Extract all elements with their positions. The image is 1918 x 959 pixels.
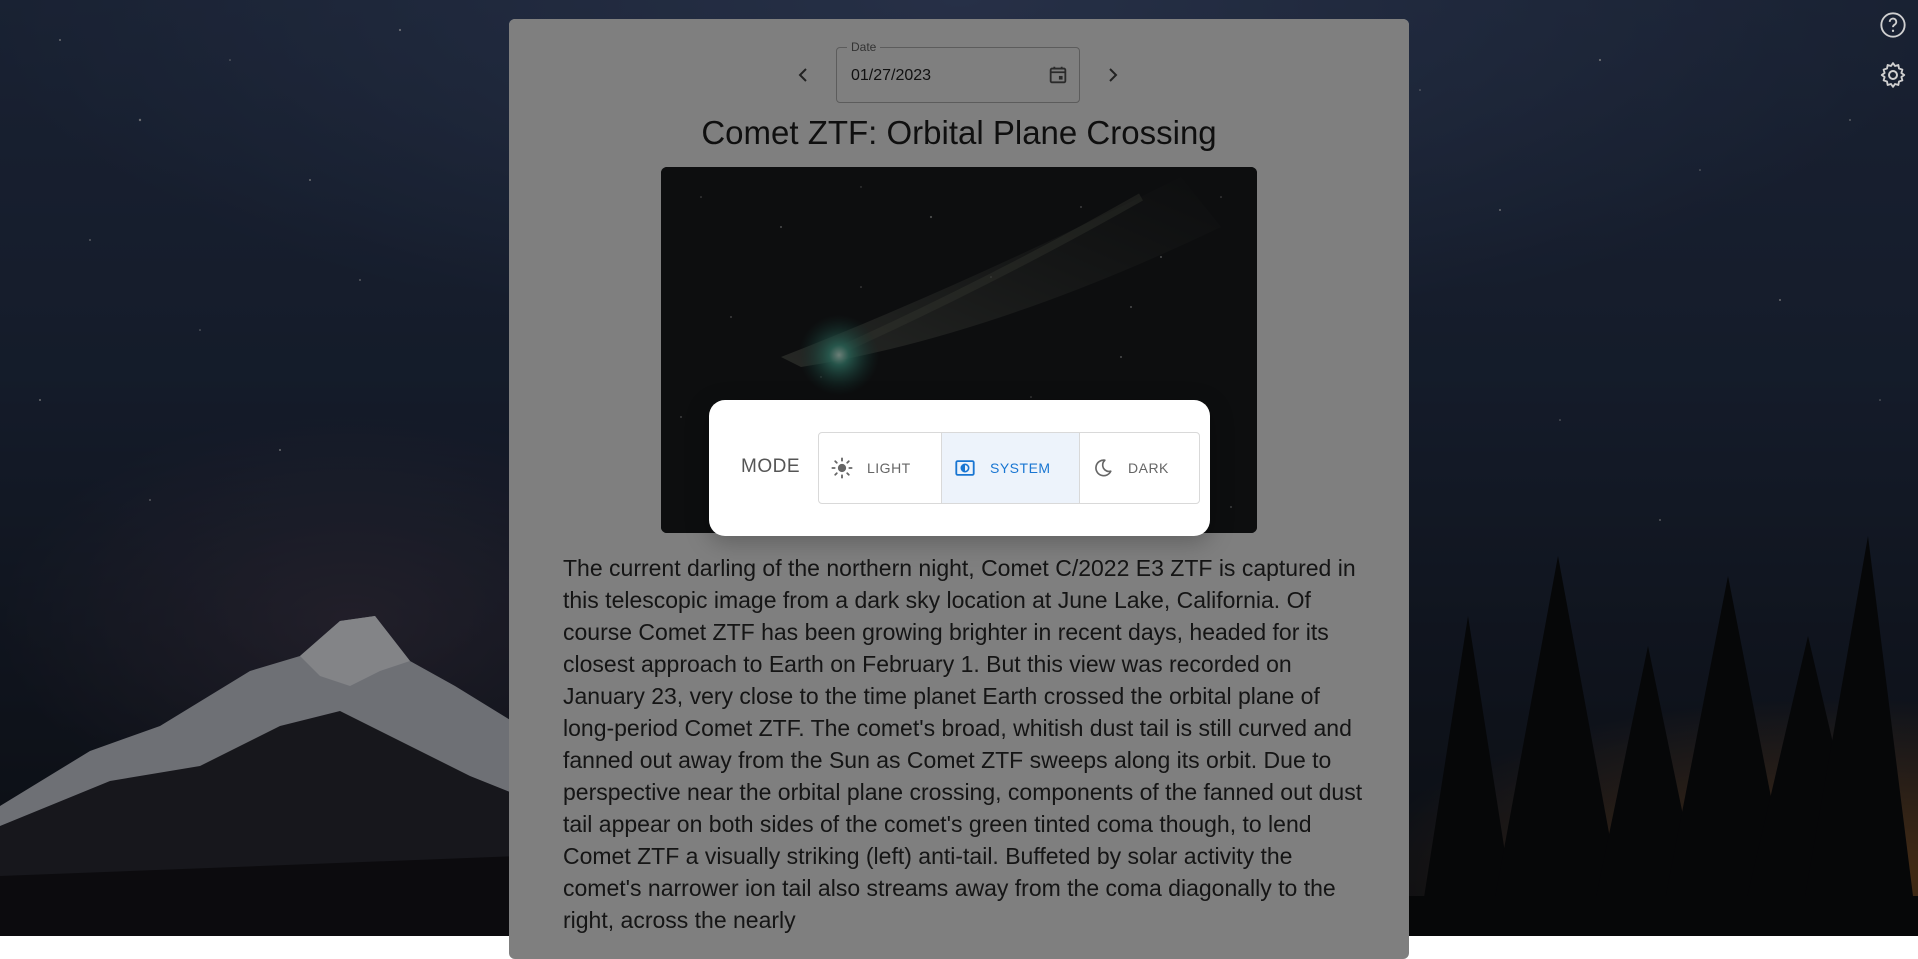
date-navigator: Date 01/27/2023 (509, 40, 1409, 103)
apod-description: The current darling of the northern nigh… (563, 555, 1363, 933)
mode-light-button[interactable]: LIGHT (819, 433, 941, 503)
mode-system-button[interactable]: SYSTEM (941, 433, 1079, 503)
date-field-value[interactable]: 01/27/2023 (851, 67, 931, 85)
next-day-button[interactable] (1097, 59, 1129, 91)
moon-icon (1092, 457, 1114, 479)
mode-light-label: LIGHT (867, 460, 911, 476)
system-mode-icon (954, 457, 976, 479)
chevron-right-icon (1109, 68, 1118, 82)
page-title: Comet ZTF: Orbital Plane Crossing (701, 114, 1217, 151)
help-circle-icon (1880, 12, 1906, 38)
previous-day-button[interactable] (787, 59, 819, 91)
date-field[interactable]: Date 01/27/2023 (836, 40, 1080, 103)
mode-dialog: MODE LIGHT SYSTEM DARK (709, 400, 1210, 536)
chevron-left-icon (798, 68, 807, 82)
settings-button[interactable] (1876, 58, 1910, 92)
mode-dark-button[interactable]: DARK (1079, 433, 1199, 503)
sun-icon (831, 457, 853, 479)
help-button[interactable] (1876, 8, 1910, 42)
mode-dark-label: DARK (1128, 460, 1169, 476)
date-field-label: Date (847, 40, 881, 54)
calendar-icon[interactable] (1047, 64, 1069, 91)
mode-toggle-group: LIGHT SYSTEM DARK (818, 432, 1200, 504)
mode-system-label: SYSTEM (990, 460, 1051, 476)
gear-icon (1880, 62, 1906, 88)
mode-label: MODE (741, 456, 800, 477)
